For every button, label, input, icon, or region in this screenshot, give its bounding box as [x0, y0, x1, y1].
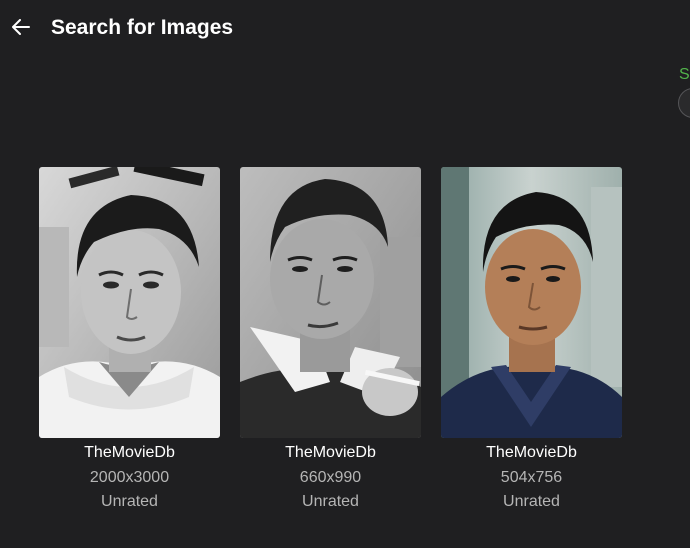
image-thumbnail[interactable] [39, 167, 220, 438]
header-bar: Search for Images [0, 0, 690, 60]
image-provider: TheMovieDb [486, 444, 577, 461]
image-result-card[interactable]: TheMovieDb 2000x3000 Unrated [39, 167, 220, 514]
image-rating: Unrated [302, 493, 359, 510]
page-title: Search for Images [51, 16, 234, 39]
back-button[interactable] [8, 14, 34, 40]
image-dimensions: 504x756 [500, 469, 563, 486]
image-rating: Unrated [101, 493, 158, 510]
image-provider: TheMovieDb [84, 444, 175, 461]
image-search-page: Search for Images S TheMovieDb 2000x3000… [0, 0, 690, 548]
image-rating: Unrated [503, 493, 560, 510]
image-dimensions: 2000x3000 [89, 469, 170, 486]
image-result-card[interactable]: TheMovieDb 504x756 Unrated [441, 167, 622, 514]
image-result-card[interactable]: TheMovieDb 660x990 Unrated [240, 167, 421, 514]
side-panel-label: S [679, 66, 690, 83]
image-provider: TheMovieDb [285, 444, 376, 461]
image-thumbnail[interactable] [441, 167, 622, 438]
side-panel-button[interactable] [678, 88, 690, 118]
arrow-left-icon [12, 19, 30, 35]
image-thumbnail[interactable] [240, 167, 421, 438]
image-dimensions: 660x990 [299, 469, 362, 486]
